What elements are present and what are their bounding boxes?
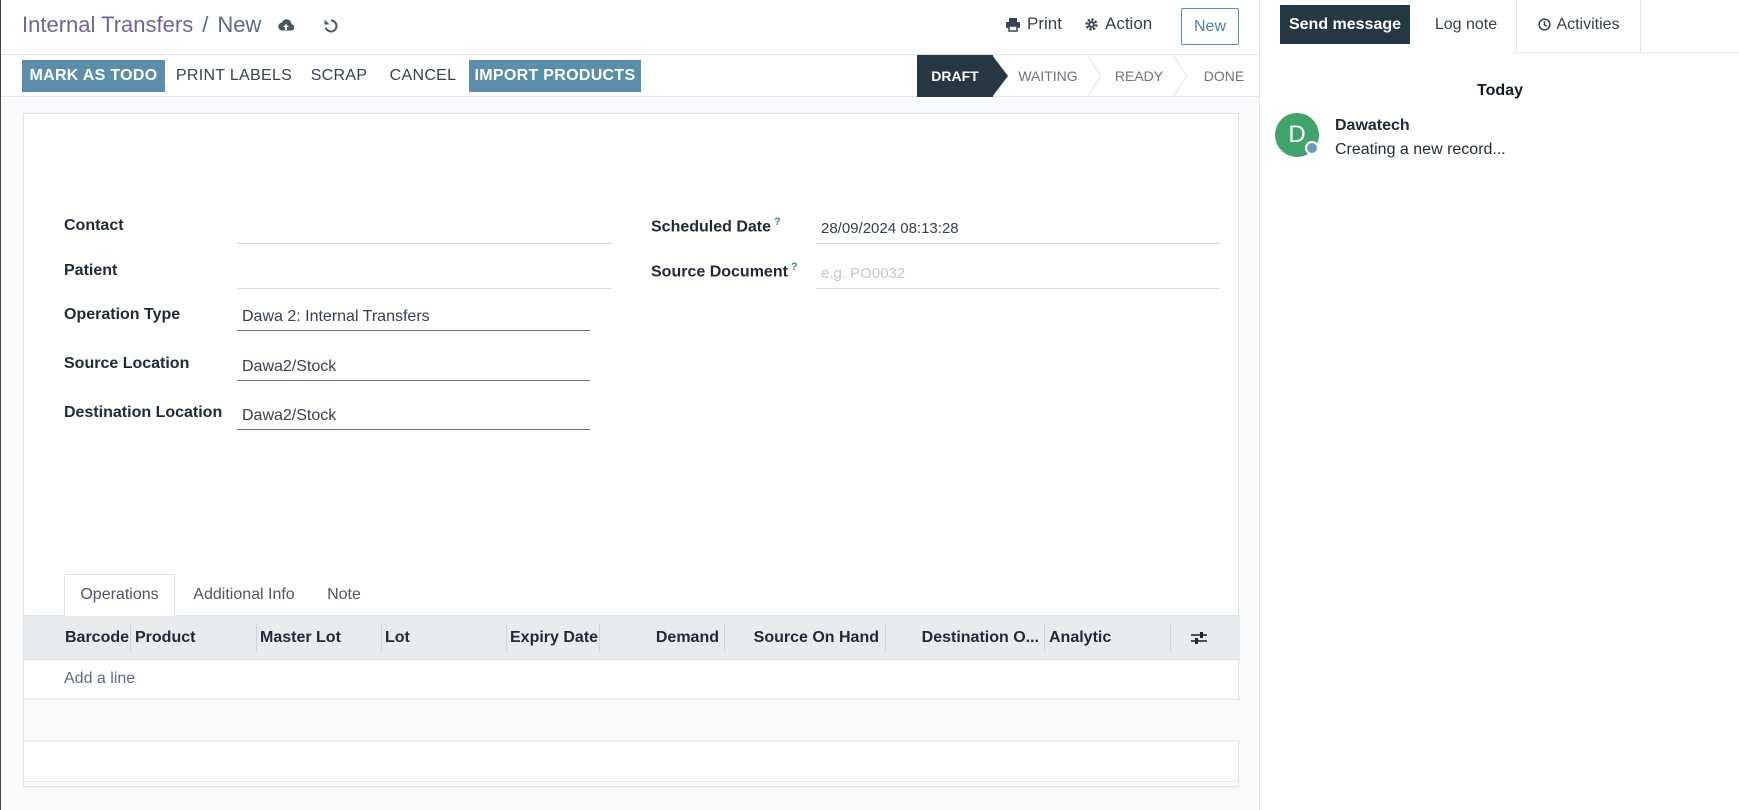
scrap-button[interactable]: SCRAP bbox=[303, 60, 375, 92]
scheduled-date-label-text: Scheduled Date bbox=[651, 218, 772, 236]
clock-icon bbox=[1538, 18, 1552, 31]
column-divider bbox=[885, 624, 886, 652]
message-author[interactable]: Dawatech bbox=[1335, 117, 1410, 135]
app-root: Internal Transfers / New Print Action Ne… bbox=[0, 0, 1739, 810]
form-sheet: Contact Patient Operation Type Dawa 2: I… bbox=[23, 113, 1240, 787]
table-row bbox=[24, 783, 1240, 785]
column-divider bbox=[381, 624, 382, 652]
scheduled-date-value[interactable]: 28/09/2024 08:13:28 bbox=[821, 220, 959, 237]
new-record-button[interactable]: New bbox=[1181, 8, 1239, 45]
print-label: Print bbox=[1027, 14, 1062, 33]
column-divider bbox=[1044, 624, 1045, 652]
column-settings-icon[interactable] bbox=[1190, 616, 1208, 660]
print-icon bbox=[1005, 17, 1021, 32]
breadcrumb-separator: / bbox=[202, 12, 209, 37]
tab-operations[interactable]: Operations bbox=[64, 574, 175, 616]
source-location-label: Source Location bbox=[64, 355, 190, 372]
column-demand[interactable]: Demand bbox=[607, 616, 719, 660]
column-analytic[interactable]: Analytic bbox=[1049, 616, 1111, 660]
action-label: Action bbox=[1105, 14, 1153, 33]
tab-additional-info[interactable]: Additional Info bbox=[184, 574, 304, 616]
scheduled-date-underline bbox=[816, 243, 1220, 244]
breadcrumb-parent[interactable]: Internal Transfers bbox=[22, 12, 193, 38]
gear-icon bbox=[1084, 17, 1099, 32]
mark-as-todo-button[interactable]: MARK AS TODO bbox=[22, 60, 165, 92]
table-row bbox=[24, 701, 1240, 741]
print-labels-button[interactable]: PRINT LABELS bbox=[173, 60, 295, 92]
destination-location-value[interactable]: Dawa2/Stock bbox=[242, 407, 336, 425]
stage-draft-arrow bbox=[992, 55, 1008, 97]
contact-field[interactable] bbox=[237, 243, 612, 244]
operation-type-label: Operation Type bbox=[64, 306, 181, 323]
activities-label: Activities bbox=[1556, 15, 1620, 33]
stage-separator bbox=[1173, 55, 1188, 97]
chatter-panel: Send message Log note Activities Today D… bbox=[1259, 0, 1739, 810]
column-divider bbox=[506, 624, 507, 652]
import-products-button[interactable]: IMPORT PRODUCTS bbox=[469, 60, 641, 92]
column-barcode[interactable]: Barcode bbox=[65, 616, 129, 660]
activities-button[interactable]: Activities bbox=[1516, 5, 1642, 44]
column-divider bbox=[1170, 624, 1171, 652]
operation-type-underline bbox=[237, 330, 590, 331]
destination-location-label: Destination Location bbox=[64, 404, 223, 421]
column-divider bbox=[599, 624, 600, 652]
column-divider bbox=[724, 624, 725, 652]
column-destination-on-hand[interactable]: Destination O... bbox=[889, 616, 1039, 660]
source-document-input[interactable]: e.g. PO0032 bbox=[821, 265, 905, 282]
message-body: Creating a new record... bbox=[1335, 141, 1506, 158]
destination-location-underline bbox=[237, 429, 590, 430]
source-location-value[interactable]: Dawa2/Stock bbox=[242, 358, 336, 376]
action-button[interactable]: Action bbox=[1084, 14, 1152, 34]
stage-ready[interactable]: READY bbox=[1101, 55, 1177, 97]
scheduled-date-label: Scheduled Date? bbox=[651, 216, 781, 236]
add-line-link[interactable]: Add a line bbox=[64, 670, 135, 688]
status-bar: MARK AS TODO PRINT LABELS SCRAP CANCEL I… bbox=[1, 55, 1260, 97]
chatter-divider bbox=[1640, 0, 1641, 52]
operation-type-value[interactable]: Dawa 2: Internal Transfers bbox=[242, 308, 430, 326]
column-lot[interactable]: Lot bbox=[385, 616, 410, 660]
send-message-button[interactable]: Send message bbox=[1280, 5, 1410, 44]
column-product[interactable]: Product bbox=[135, 616, 195, 660]
source-location-underline bbox=[237, 380, 590, 381]
source-document-label: Source Document? bbox=[651, 261, 798, 281]
form-view: Internal Transfers / New Print Action Ne… bbox=[0, 0, 1260, 810]
column-master-lot[interactable]: Master Lot bbox=[260, 616, 341, 660]
tab-note[interactable]: Note bbox=[314, 574, 374, 616]
stage-done[interactable]: DONE bbox=[1189, 55, 1259, 97]
contact-label: Contact bbox=[64, 217, 124, 234]
cancel-button[interactable]: CANCEL bbox=[383, 60, 463, 92]
stage-waiting[interactable]: WAITING bbox=[1009, 55, 1087, 97]
add-line-row: Add a line bbox=[24, 660, 1240, 700]
log-note-button[interactable]: Log note bbox=[1418, 5, 1514, 44]
stage-draft[interactable]: DRAFT bbox=[917, 55, 993, 97]
source-document-underline bbox=[816, 288, 1220, 289]
patient-label: Patient bbox=[64, 262, 118, 279]
source-document-help-icon[interactable]: ? bbox=[791, 261, 798, 273]
control-panel: Internal Transfers / New Print Action Ne… bbox=[1, 0, 1260, 55]
day-separator: Today bbox=[1477, 82, 1523, 99]
undo-icon[interactable] bbox=[321, 16, 341, 36]
breadcrumb: Internal Transfers / New bbox=[22, 12, 261, 38]
operations-table-header: Barcode Product Master Lot Lot Expiry Da… bbox=[24, 616, 1240, 660]
cloud-upload-icon[interactable] bbox=[276, 16, 296, 36]
breadcrumb-current: New bbox=[217, 12, 262, 37]
chatter-header-line bbox=[1515, 52, 1739, 53]
patient-field[interactable] bbox=[237, 288, 612, 289]
source-document-label-text: Source Document bbox=[651, 263, 788, 281]
table-row bbox=[24, 742, 1240, 782]
column-source-on-hand[interactable]: Source On Hand bbox=[729, 616, 879, 660]
print-button[interactable]: Print bbox=[1005, 14, 1062, 34]
scheduled-date-help-icon[interactable]: ? bbox=[774, 216, 781, 228]
user-status-dot bbox=[1305, 141, 1319, 155]
column-divider bbox=[256, 624, 257, 652]
column-divider bbox=[130, 624, 131, 652]
column-expiry-date[interactable]: Expiry Date bbox=[510, 616, 598, 660]
